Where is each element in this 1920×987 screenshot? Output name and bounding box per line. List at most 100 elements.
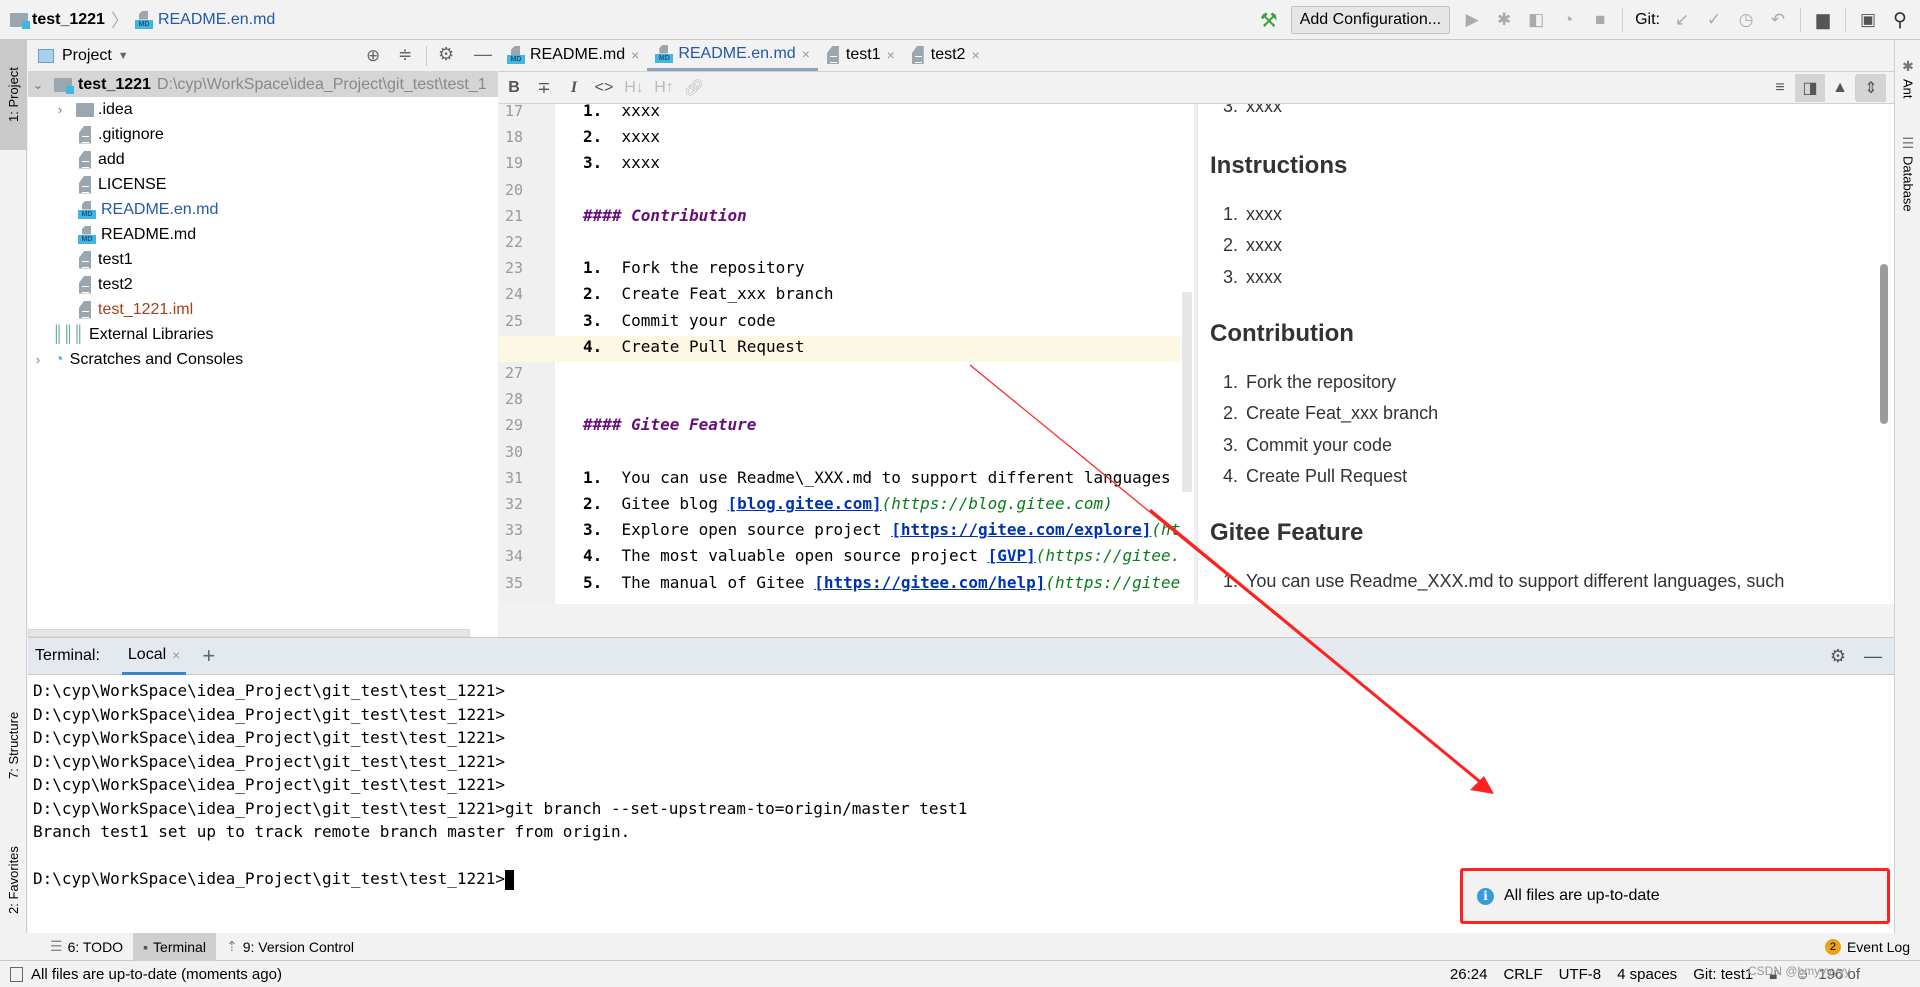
close-icon[interactable]: × [971,47,979,63]
tool-tab-ant[interactable]: ✱ Ant [1895,48,1920,108]
editor-and-preview-icon[interactable]: ◨ [1795,73,1825,102]
list-number: 2. [583,127,603,147]
close-icon[interactable]: × [631,47,639,63]
status-message[interactable]: All files are up-to-date (moments ago) [31,966,282,983]
tree-item[interactable]: add [28,147,498,172]
editor-tab[interactable]: test2 × [903,39,988,71]
build-hammer-icon[interactable]: ⚒ [1259,10,1279,32]
tree-root[interactable]: ⌄ test_1221 D:\cyp\WorkSpace\idea_Projec… [28,72,498,97]
git-branch[interactable]: Git: test1 [1693,966,1753,983]
markdown-link-text[interactable]: [https://gitee.com/explore] [891,520,1151,539]
run-icon[interactable]: ▶ [1462,10,1482,30]
tool-tab-project[interactable]: 1: Project [0,40,27,150]
breadcrumb-project[interactable]: test_1221 [32,11,105,29]
tree-item[interactable]: test1 [28,247,498,272]
caret-position[interactable]: 26:24 [1450,966,1488,983]
new-terminal-icon[interactable]: + [202,643,215,669]
close-icon[interactable]: × [887,47,895,63]
tree-item[interactable]: test_1221.iml [28,297,498,322]
preview-only-icon[interactable]: ▲ [1825,74,1855,102]
editor-tabs: README.md × README.en.md × test1 × test2 × [499,40,1894,72]
project-structure-icon[interactable]: ▆ [1813,10,1833,30]
tool-tab-version-control[interactable]: ⇡ 9: Version Control [216,933,364,961]
tool-tab-database[interactable]: ☰ Database [1895,118,1920,228]
preview-list-number: 3. [1222,434,1238,455]
add-configuration-button[interactable]: Add Configuration... [1290,6,1451,34]
git-history-icon[interactable]: ◷ [1736,10,1756,30]
debug-icon[interactable]: ✱ [1494,10,1514,30]
link-icon[interactable]: 🔗︎ [679,74,709,102]
run-coverage-icon[interactable]: ◧ [1526,10,1546,30]
markdown-link-text[interactable]: [GVP] [988,546,1036,565]
tree-external-libraries[interactable]: ║║║ External Libraries [28,322,498,347]
hide-panel-icon[interactable]: — [1864,646,1882,667]
line-number: 32 [505,495,524,513]
file-encoding[interactable]: UTF-8 [1559,966,1602,983]
line-separator[interactable]: CRLF [1503,966,1542,983]
bold-icon[interactable]: B [499,74,529,102]
markdown-link-text[interactable]: [blog.gitee.com] [728,494,882,513]
chevron-right-icon[interactable]: › [52,102,68,117]
notification-balloon[interactable]: i All files are up-to-date [1460,868,1890,924]
terminal-line: Branch test1 set up to track remote bran… [33,822,630,841]
stop-icon[interactable]: ■ [1590,10,1610,30]
profile-icon[interactable]: ◔ [1558,10,1578,30]
editor-tab[interactable]: README.md × [499,39,647,71]
tool-tab-favorites[interactable]: 2: Favorites [0,820,27,940]
tree-item[interactable]: LICENSE [28,172,498,197]
italic-icon[interactable]: I [559,74,589,102]
git-commit-icon[interactable]: ✓ [1704,10,1724,30]
breadcrumb-file[interactable]: README.en.md [158,11,275,29]
git-rollback-icon[interactable]: ↶ [1768,10,1788,30]
editor-scrollbar-thumb[interactable] [1182,292,1192,492]
code-editor[interactable]: 17181920212223242526272829303132333435 1… [499,104,1194,604]
tool-tab-todo[interactable]: ☰ 6: TODO [40,933,133,961]
git-update-icon[interactable]: ↙ [1672,10,1692,30]
tree-item[interactable]: .gitignore [28,122,498,147]
tool-tab-structure[interactable]: 7: Structure [0,685,27,805]
run-anything-icon[interactable]: ▣ [1858,10,1878,30]
header-up-icon[interactable]: H↑ [649,74,679,102]
toolbar-divider [1622,8,1624,32]
editor-tab[interactable]: test1 × [818,39,903,71]
preview-scrollbar-thumb[interactable] [1880,264,1888,424]
terminal-line: D:\cyp\WorkSpace\idea_Project\git_test\t… [33,728,505,747]
gear-icon[interactable]: ⚙ [1830,646,1846,667]
markdown-link-url[interactable]: (https://gitee.com/help) [1045,573,1194,592]
tree-item[interactable]: README.md [28,222,498,247]
close-icon[interactable]: × [172,647,180,663]
terminal-line-text: Branch test1 set up to track remote bran… [33,822,631,841]
tree-item[interactable]: › .idea [28,97,498,122]
header-down-icon[interactable]: H↓ [619,74,649,102]
status-toggle-icon[interactable] [10,966,23,982]
strikethrough-icon[interactable]: ∓ [529,74,559,102]
terminal-tab-local[interactable]: Local × [121,637,187,675]
chevron-down-icon[interactable]: ⌄ [30,77,46,93]
chevron-right-icon[interactable]: › [30,352,46,367]
sync-scroll-icon[interactable]: ⇕ [1856,73,1886,102]
code-icon[interactable]: <> [589,74,619,102]
terminal-icon: ▪ [143,938,149,955]
editor-tab[interactable]: README.en.md × [647,39,818,71]
close-icon[interactable]: × [802,46,810,62]
chevron-down-icon[interactable]: ▼ [118,50,129,62]
tool-tab-terminal[interactable]: ▪ Terminal [133,932,216,961]
markdown-link-url[interactable]: (https://blog.gitee.com) [882,494,1113,513]
project-horizontal-scrollbar[interactable] [28,629,470,637]
indent-setting[interactable]: 4 spaces [1617,966,1677,983]
editor-only-icon[interactable]: ≡ [1765,74,1795,102]
project-view-selector[interactable]: Project [62,47,112,65]
search-icon[interactable]: ⚲ [1890,10,1910,31]
markdown-link-url[interactable]: (https://gitee.com/gvp) [1036,546,1194,565]
markdown-link-text[interactable]: [https://gitee.com/help] [814,573,1045,592]
event-log-button[interactable]: 2 Event Log [1815,933,1920,961]
tree-scratches[interactable]: › ◔ Scratches and Consoles [28,347,498,372]
terminal-line: D:\cyp\WorkSpace\idea_Project\git_test\t… [33,869,515,890]
hide-panel-icon[interactable]: — [474,44,492,65]
locate-file-icon[interactable]: ⊕ [366,46,380,66]
breadcrumb: test_1221 〉 README.en.md [0,0,275,40]
tree-item[interactable]: test2 [28,272,498,297]
gear-icon[interactable]: ⚙ [438,44,454,65]
tree-item[interactable]: README.en.md [28,197,498,222]
collapse-all-icon[interactable]: ≑ [398,45,412,65]
